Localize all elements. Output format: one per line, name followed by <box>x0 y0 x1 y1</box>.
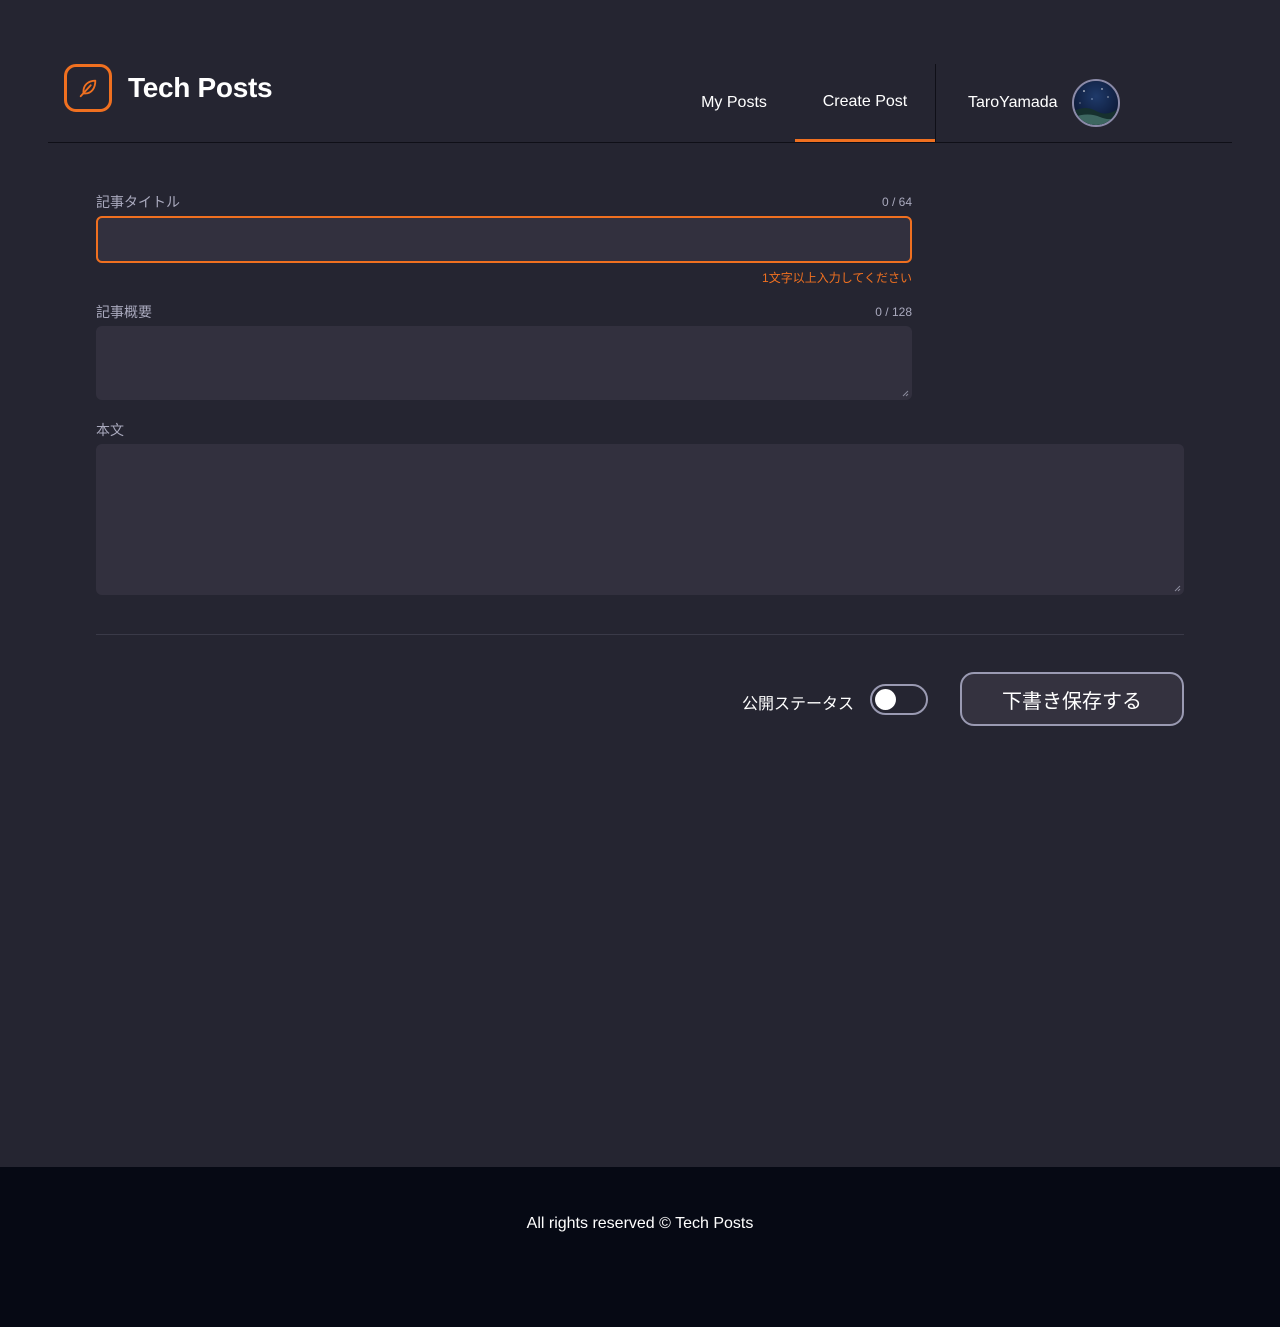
publish-status-label: 公開ステータス <box>742 696 855 713</box>
site-footer: All rights reserved © Tech Posts <box>0 1167 1280 1327</box>
toggle-knob <box>875 689 896 710</box>
title-label: 記事タイトル <box>96 194 180 210</box>
avatar-image <box>1074 81 1118 125</box>
logo[interactable] <box>64 64 112 112</box>
summary-counter: 0 / 128 <box>875 305 912 319</box>
summary-textarea[interactable] <box>96 326 912 400</box>
title-input[interactable] <box>96 216 912 263</box>
resize-handle-icon[interactable] <box>902 390 909 397</box>
brand-name[interactable]: Tech Posts <box>128 72 273 104</box>
publish-status-toggle[interactable] <box>870 684 928 715</box>
title-error-message: 1文字以上入力してください <box>762 271 912 285</box>
divider <box>96 634 1184 635</box>
resize-handle-icon[interactable] <box>1174 585 1181 592</box>
avatar[interactable] <box>1072 79 1120 127</box>
body-label: 本文 <box>96 422 124 438</box>
title-counter: 0 / 64 <box>881 195 912 209</box>
user-name[interactable]: TaroYamada <box>968 94 1058 112</box>
nav-divider <box>935 64 936 142</box>
summary-label: 記事概要 <box>96 304 152 320</box>
save-draft-button[interactable]: 下書き保存する <box>960 672 1184 726</box>
nav-create-post[interactable]: Create Post <box>795 64 935 142</box>
body-textarea[interactable] <box>96 444 1184 595</box>
footer-copyright: All rights reserved © Tech Posts <box>526 1215 754 1232</box>
feather-icon <box>79 79 97 98</box>
nav-my-posts[interactable]: My Posts <box>672 64 796 142</box>
